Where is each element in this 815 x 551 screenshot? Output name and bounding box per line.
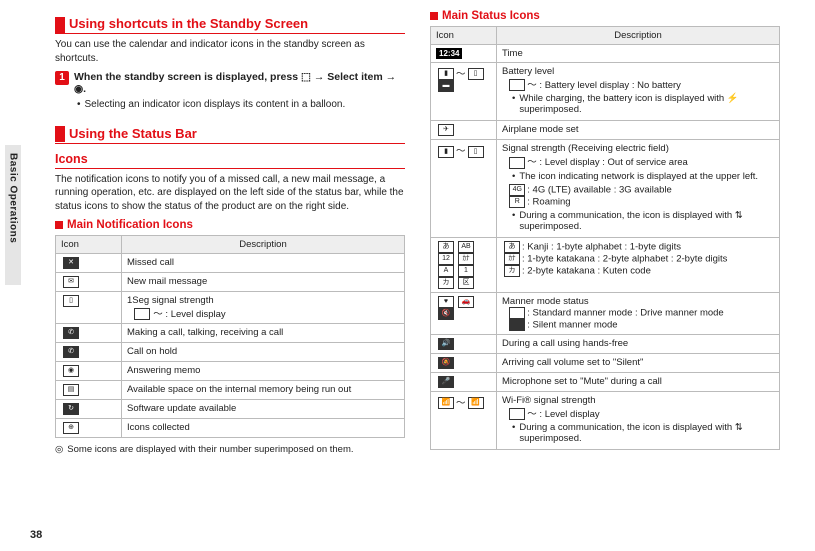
mute-icon: 🎤 [438, 376, 454, 388]
battery-icon-low: ▯ [468, 68, 484, 80]
table-status-icons: Icon Description 12:34Time ▮～▯▬ Battery … [430, 26, 780, 450]
table-notification-icons: Icon Description ✕Missed call ✉New mail … [55, 235, 405, 438]
table-row: 🔊During a call using hands-free [431, 334, 780, 353]
mail-icon: ✉ [63, 276, 79, 288]
table-row: あAB 12ｶﾅ A1 カ区 あ: Kanji : 1-byte alphabe… [431, 237, 780, 292]
step-1-number: 1 [55, 71, 69, 85]
page-body: Using shortcuts in the Standby Screen Yo… [55, 10, 795, 540]
kata1-icon: ｶﾅ [458, 253, 474, 265]
step-1-text: When the standby screen is displayed, pr… [74, 71, 405, 95]
table-row: ✈Airplane mode set [431, 121, 780, 140]
table-row: ✆Making a call, talking, receiving a cal… [56, 324, 405, 343]
table-row: ▮～▯▬ Battery level ～ : Battery level dis… [431, 63, 780, 121]
call-icon: ✆ [63, 327, 79, 339]
hold-icon: ✆ [63, 346, 79, 358]
ab1-icon: AB [458, 241, 474, 253]
subheading-icons: Icons [55, 152, 405, 169]
table-row: ▮～▯ Signal strength (Receiving electric … [431, 140, 780, 237]
signal-icon [509, 157, 525, 169]
wifi-icon [509, 408, 525, 420]
para-shortcuts: You can use the calendar and indicator i… [55, 38, 405, 65]
table-row: ▤Available space on the internal memory … [56, 381, 405, 400]
heading-shortcuts: Using shortcuts in the Standby Screen [55, 16, 405, 34]
right-column: Main Status Icons Icon Description 12:34… [430, 10, 780, 540]
signal-icon-weak: ▯ [468, 146, 484, 158]
para-icons: The notification icons to notify you of … [55, 173, 405, 214]
oneseg-icon: ▯ [63, 295, 79, 307]
heading-status-icons: Main Status Icons [430, 10, 780, 22]
update-icon: ↻ [63, 403, 79, 415]
kuten-icon: 区 [458, 277, 474, 289]
subheading-icons-text: Icons [55, 152, 405, 168]
table-row: ✉New mail message [56, 273, 405, 292]
table-row: ▯ 1Seg signal strength ～ : Level display [56, 292, 405, 324]
wifi-icon-weak: 📶 [468, 397, 484, 409]
table-row: 🔕Arriving call volume set to "Silent" [431, 353, 780, 372]
silent-icon: 🔇 [438, 308, 454, 320]
th-icon: Icon [431, 27, 497, 45]
side-tab: Basic Operations [5, 145, 21, 285]
table-row: ⊕Icons collected [56, 419, 405, 438]
battery-icon [509, 79, 525, 91]
table-row: ✆Call on hold [56, 343, 405, 362]
heading-shortcuts-text: Using shortcuts in the Standby Screen [69, 16, 308, 33]
d1-icon: 12 [438, 253, 454, 265]
table-row: ↻Software update available [56, 400, 405, 419]
storage-icon: ▤ [63, 384, 79, 396]
collected-icon: ⊕ [63, 422, 79, 434]
step-1-sub: Selecting an indicator icon displays its… [77, 98, 405, 112]
4g-icon: 4G [509, 184, 525, 196]
signal-icon: ▮ [438, 146, 454, 158]
th-icon: Icon [56, 236, 122, 254]
table-row: 📶～📶 Wi-Fi® signal strength ～ : Level dis… [431, 391, 780, 449]
battery-none-icon: ▬ [438, 80, 454, 92]
d2-icon: 1 [458, 265, 474, 277]
airplane-icon: ✈ [438, 124, 454, 136]
silent-call-icon: 🔕 [438, 357, 454, 369]
table-row: ✕Missed call [56, 254, 405, 273]
memo-icon: ◉ [63, 365, 79, 377]
table-row: 12:34Time [431, 45, 780, 63]
kata2-icon: カ [438, 277, 454, 289]
left-column: Using shortcuts in the Standby Screen Yo… [55, 10, 405, 540]
roaming-icon: R [509, 196, 525, 208]
page-number: 38 [30, 529, 42, 541]
heading-statusbar-text: Using the Status Bar [69, 126, 197, 143]
silent-icon [509, 319, 525, 331]
table-header-row: Icon Description [431, 27, 780, 45]
kanji-icon: あ [438, 241, 454, 253]
manner-icon: ♥ [438, 296, 454, 308]
ab2-icon: A [438, 265, 454, 277]
step-1: 1 When the standby screen is displayed, … [55, 71, 405, 95]
wifi-icon: 📶 [438, 397, 454, 409]
table-row: ◉Answering memo [56, 362, 405, 381]
heading-statusbar: Using the Status Bar [55, 126, 405, 144]
th-description: Description [497, 27, 780, 45]
manner-icon [509, 307, 525, 319]
table-header-row: Icon Description [56, 236, 405, 254]
th-description: Description [122, 236, 405, 254]
table-row: ♥🚗🔇 Manner mode status : Standard manner… [431, 292, 780, 334]
level-icon [134, 308, 150, 320]
battery-icon: ▮ [438, 68, 454, 80]
missed-call-icon: ✕ [63, 257, 79, 269]
time-icon: 12:34 [436, 48, 462, 59]
drive-icon: 🚗 [458, 296, 474, 308]
handsfree-icon: 🔊 [438, 338, 454, 350]
table-row: 🎤Microphone set to "Mute" during a call [431, 372, 780, 391]
note: Some icons are displayed with their numb… [55, 444, 405, 457]
heading-notif-icons: Main Notification Icons [55, 219, 405, 231]
